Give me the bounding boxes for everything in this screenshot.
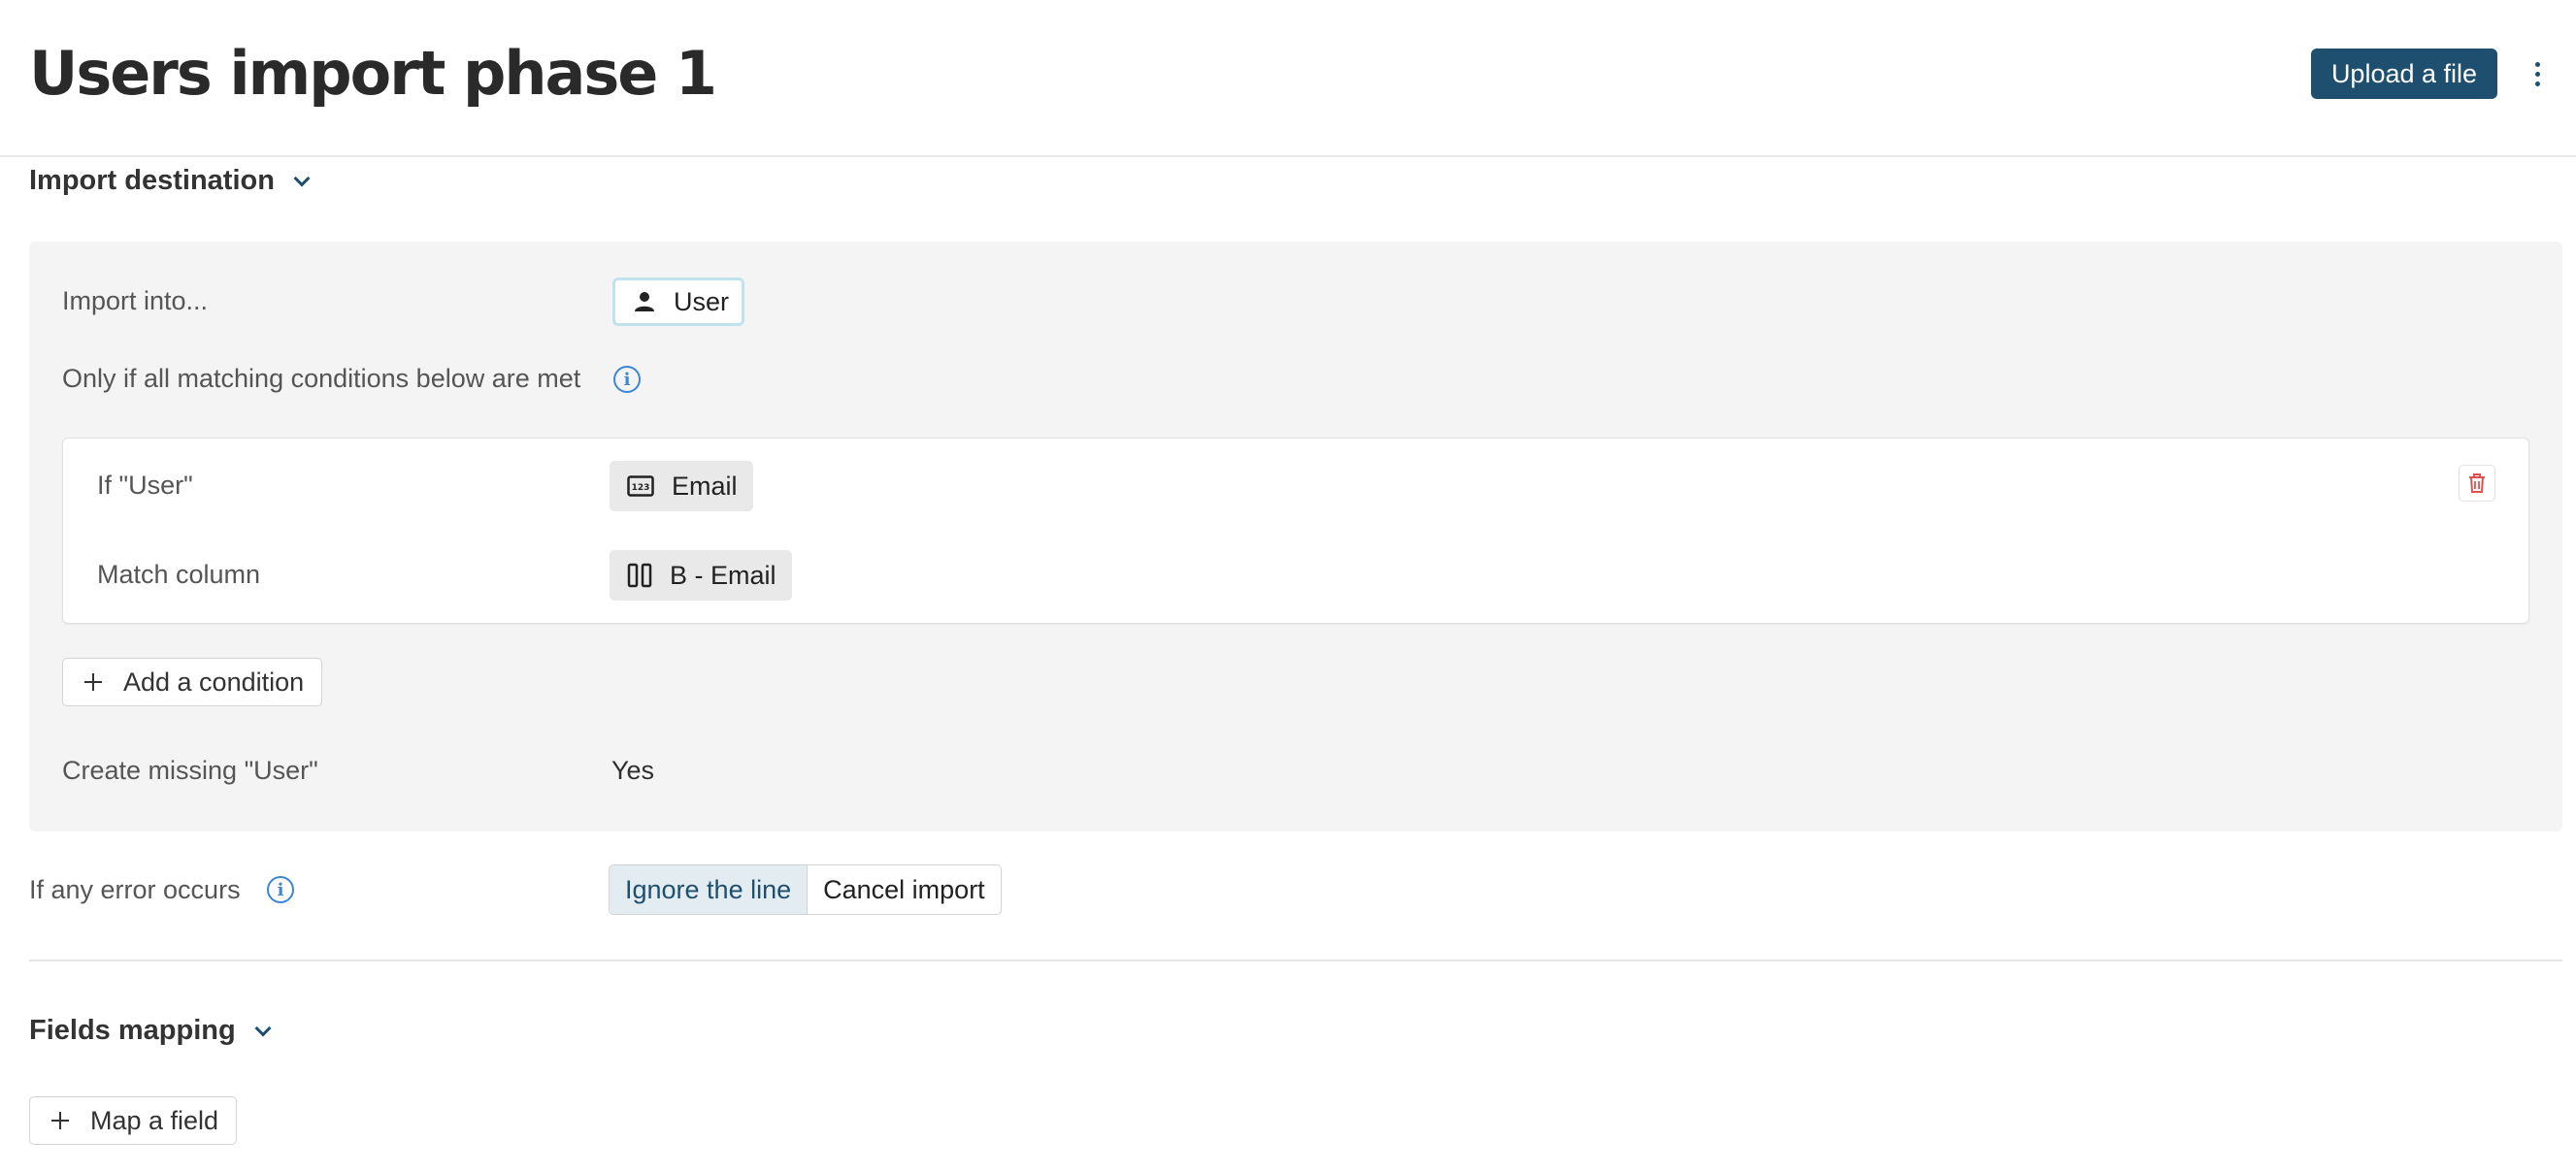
ignore-line-option[interactable]: Ignore the line bbox=[610, 865, 809, 914]
add-condition-button[interactable]: Add a condition bbox=[62, 658, 323, 706]
error-handling-label: If any error occurs bbox=[29, 875, 241, 904]
condition-field-value: Email bbox=[672, 471, 738, 501]
map-field-button[interactable]: Map a field bbox=[29, 1096, 238, 1145]
trash-icon bbox=[2469, 473, 2485, 493]
number-field-icon: 123 bbox=[627, 475, 654, 497]
delete-condition-button[interactable] bbox=[2459, 465, 2495, 502]
fields-mapping-toggle[interactable]: Fields mapping bbox=[29, 1015, 272, 1047]
svg-text:123: 123 bbox=[632, 483, 650, 493]
match-column-value: B - Email bbox=[670, 560, 776, 590]
add-condition-label: Add a condition bbox=[123, 667, 305, 697]
import-page: Users import phase 1 Upload a file Impor… bbox=[0, 0, 2576, 1172]
plus-icon bbox=[51, 1112, 69, 1129]
info-icon[interactable]: i bbox=[613, 366, 641, 393]
info-icon[interactable]: i bbox=[267, 876, 294, 903]
condition-field-selector[interactable]: 123 Email bbox=[610, 461, 753, 511]
match-column-label: Match column bbox=[97, 560, 261, 589]
condition-card bbox=[62, 438, 2529, 624]
match-column-selector[interactable]: B - Email bbox=[610, 550, 792, 601]
map-field-label: Map a field bbox=[90, 1105, 219, 1135]
error-handling-toggle[interactable]: Ignore the line Cancel import bbox=[609, 864, 1002, 915]
conditions-label: Only if all matching conditions below ar… bbox=[62, 364, 581, 393]
upload-file-button[interactable]: Upload a file bbox=[2311, 49, 2497, 99]
page-title: Users import phase 1 bbox=[29, 38, 717, 109]
column-icon bbox=[627, 563, 652, 588]
create-missing-label: Create missing "User" bbox=[62, 756, 318, 785]
import-into-value: User bbox=[674, 286, 730, 316]
import-into-label: Import into... bbox=[62, 286, 209, 315]
page-header: Users import phase 1 Upload a file bbox=[0, 0, 2576, 157]
section-divider bbox=[29, 960, 2562, 961]
create-missing-value: Yes bbox=[611, 756, 655, 785]
more-vertical-icon[interactable] bbox=[2524, 54, 2551, 93]
import-destination-toggle[interactable]: Import destination bbox=[29, 165, 311, 197]
section-title-import-destination: Import destination bbox=[29, 165, 275, 196]
condition-if-label: If "User" bbox=[97, 471, 193, 500]
chevron-down-icon bbox=[254, 1020, 272, 1036]
chevron-down-icon bbox=[293, 170, 311, 186]
cancel-import-option[interactable]: Cancel import bbox=[808, 865, 1001, 914]
section-title-fields-mapping: Fields mapping bbox=[29, 1015, 236, 1046]
user-icon bbox=[635, 292, 654, 311]
import-into-selector[interactable]: User bbox=[612, 277, 744, 326]
plus-icon bbox=[84, 673, 102, 691]
